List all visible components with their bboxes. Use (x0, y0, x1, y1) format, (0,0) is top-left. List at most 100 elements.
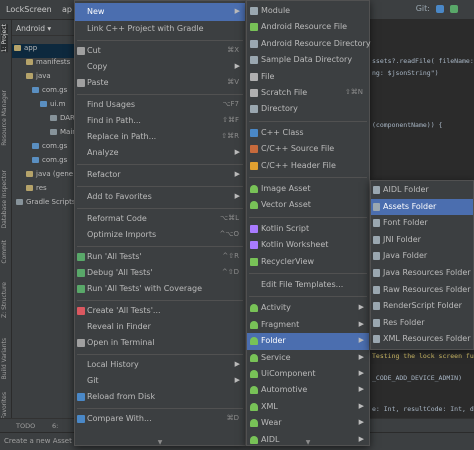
new-item-uicomponent[interactable]: UiComponent ▶ (247, 366, 369, 382)
tree-item-java[interactable]: java (12, 72, 51, 86)
folder-item-jni-folder[interactable]: JNI Folder (371, 232, 473, 248)
new-item-image-asset[interactable]: Image Asset (247, 181, 369, 197)
folder-icon (373, 219, 380, 228)
folder-item-aidl-folder[interactable]: AIDL Folder (371, 182, 473, 198)
menu-item-reformat-code[interactable]: Reformat Code ⌥⌘L (75, 211, 245, 227)
menu-item-run-all-tests-with-coverage[interactable]: Run 'All Tests' with Coverage (75, 281, 245, 297)
new-item-folder[interactable]: Folder ▶ (247, 333, 369, 350)
menu-item-label: Java Folder (383, 251, 428, 261)
run-icon (77, 253, 85, 261)
menu-item-cut[interactable]: Cut ⌘X (75, 43, 245, 59)
new-item-service[interactable]: Service ▶ (247, 350, 369, 366)
kotlin-file-icon (50, 115, 57, 121)
menu-item-paste[interactable]: Paste ⌘V (75, 75, 245, 91)
tree-item-package[interactable]: com.gs (12, 86, 67, 100)
tree-item-dar[interactable]: DAR (12, 114, 75, 128)
new-item-c-c-header-file[interactable]: C/C++ Header File (247, 158, 369, 174)
create-test-icon (77, 307, 85, 315)
git-update-icon[interactable] (436, 4, 444, 13)
menu-item-compare-with[interactable]: Compare With... ⌘D (75, 411, 245, 427)
folder-item-renderscript-folder[interactable]: RenderScript Folder (371, 298, 473, 314)
menu-item-open-in-terminal[interactable]: Open in Terminal (75, 335, 245, 351)
menu-item-refactor[interactable]: Refactor ▶ (75, 167, 245, 183)
package-icon (32, 87, 39, 93)
new-item-fragment[interactable]: Fragment ▶ (247, 317, 369, 333)
tool-resource-manager[interactable]: Resource Manager (1, 90, 8, 146)
menu-item-optimize-imports[interactable]: Optimize Imports ^⌥O (75, 227, 245, 243)
menu-item-find-in-path[interactable]: Find in Path... ⇧⌘F (75, 113, 245, 129)
code-line: e: Int, resultCode: Int, data: (372, 405, 474, 413)
project-view-selector[interactable]: Android ▾ (12, 20, 74, 36)
menu-item-reload-from-disk[interactable]: Reload from Disk (75, 389, 245, 405)
tree-item-package[interactable]: com.gs (12, 142, 67, 156)
tree-item-ui[interactable]: ui.m (12, 100, 65, 114)
new-item-directory[interactable]: Directory (247, 101, 369, 117)
tree-item-main[interactable]: Main (12, 128, 77, 142)
folder-item-assets-folder[interactable]: Assets Folder (371, 198, 473, 215)
scroll-down-arrow[interactable]: ▼ (75, 439, 245, 446)
tree-item-res[interactable]: res (12, 184, 47, 198)
tool-database-inspector[interactable]: Database Inspector (1, 170, 8, 229)
tool-project[interactable]: 1: Project (1, 24, 8, 53)
menu-item-find-usages[interactable]: Find Usages ⌥F7 (75, 97, 245, 113)
folder-item-java-resources-folder[interactable]: Java Resources Folder (371, 265, 473, 281)
tool-git[interactable]: 6: (52, 422, 58, 430)
android-icon (250, 185, 258, 193)
menu-item-copy[interactable]: Copy ▶ (75, 59, 245, 75)
tool-structure[interactable]: Z: Structure (1, 282, 8, 318)
tree-item-java-generated[interactable]: java (gene (12, 170, 73, 184)
menu-item-git[interactable]: Git ▶ (75, 373, 245, 389)
tree-item-app[interactable]: app (12, 44, 74, 58)
new-item-vector-asset[interactable]: Vector Asset (247, 197, 369, 213)
new-item-activity[interactable]: Activity ▶ (247, 300, 369, 316)
menu-item-local-history[interactable]: Local History ▶ (75, 357, 245, 373)
new-item-xml[interactable]: XML ▶ (247, 399, 369, 415)
git-commit-icon[interactable] (450, 4, 458, 13)
menu-item-new[interactable]: New ▶ (75, 3, 245, 21)
tree-item-manifests[interactable]: manifests (12, 58, 70, 72)
new-item-c-class[interactable]: C++ Class (247, 125, 369, 141)
folder-item-font-folder[interactable]: Font Folder (371, 215, 473, 231)
menu-item-label: C++ Class (261, 127, 304, 137)
menu-item-label: Reveal in Finder (87, 322, 151, 331)
new-item-scratch-file[interactable]: Scratch File ⇧⌘N (247, 85, 369, 101)
folder-item-xml-resources-folder[interactable]: XML Resources Folder (371, 331, 473, 347)
scroll-down-arrow[interactable]: ▼ (247, 439, 369, 446)
menu-item-add-to-favorites[interactable]: Add to Favorites ▶ (75, 189, 245, 205)
breadcrumb-module[interactable]: ap (62, 5, 72, 14)
new-item-android-resource-file[interactable]: Android Resource File (247, 19, 369, 35)
new-item-android-resource-directory[interactable]: Android Resource Directory (247, 36, 371, 52)
tool-commit[interactable]: Commit (1, 240, 8, 264)
menu-item-debug-all-tests[interactable]: Debug 'All Tests' ^⇧D (75, 265, 245, 281)
menu-separator (77, 186, 243, 187)
new-item-wear[interactable]: Wear ▶ (247, 415, 369, 431)
tool-todo[interactable]: TODO (16, 422, 35, 430)
c-header-icon (250, 161, 258, 170)
menu-item-create-all-tests[interactable]: Create 'All Tests'... (75, 303, 245, 319)
new-item-module[interactable]: Module (247, 3, 369, 19)
new-item-kotlin-script[interactable]: Kotlin Script (247, 221, 369, 237)
menu-item-analyze[interactable]: Analyze ▶ (75, 145, 245, 161)
tool-build-variants[interactable]: Build Variants (1, 338, 8, 379)
new-item-recyclerview[interactable]: RecyclerView (247, 254, 369, 270)
new-item-file[interactable]: File (247, 69, 369, 85)
breadcrumb-project[interactable]: LockScreen (6, 5, 52, 14)
folder-item-res-folder[interactable]: Res Folder (371, 315, 473, 331)
menu-item-reveal-in-finder[interactable]: Reveal in Finder (75, 319, 245, 335)
new-item-sample-data-directory[interactable]: Sample Data Directory (247, 52, 369, 68)
tree-item-gradle-scripts[interactable]: Gradle Scripts (12, 198, 75, 212)
new-item-c-c-source-file[interactable]: C/C++ Source File (247, 141, 369, 157)
folder-icon (26, 171, 33, 177)
menu-item-label: Sample Data Directory (261, 55, 353, 65)
folder-item-java-folder[interactable]: Java Folder (371, 248, 473, 264)
new-item-edit-file-templates[interactable]: Edit File Templates... (247, 277, 369, 293)
menu-item-replace-in-path[interactable]: Replace in Path... ⇧⌘R (75, 129, 245, 145)
folder-icon (250, 105, 258, 114)
folder-icon (373, 318, 380, 327)
folder-item-raw-resources-folder[interactable]: Raw Resources Folder (371, 282, 473, 298)
new-item-kotlin-worksheet[interactable]: Kotlin Worksheet (247, 237, 369, 253)
tree-item-package[interactable]: com.gs (12, 156, 67, 170)
menu-item-run-all-tests[interactable]: Run 'All Tests' ^⇧R (75, 249, 245, 265)
new-item-automotive[interactable]: Automotive ▶ (247, 382, 369, 398)
menu-item-link-c-project-with-gradle[interactable]: Link C++ Project with Gradle (75, 21, 245, 37)
